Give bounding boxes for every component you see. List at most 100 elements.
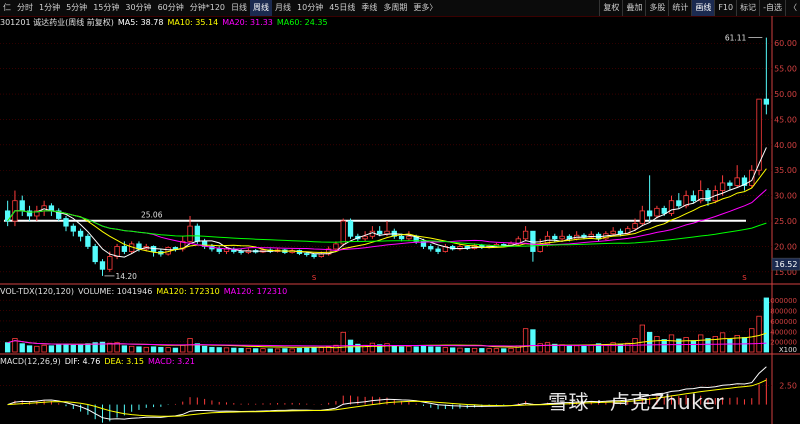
candle-body (676, 200, 682, 207)
candle-body (617, 230, 624, 235)
volume-bar (26, 345, 33, 353)
price-tick-label: 40.00 (774, 141, 797, 150)
volume-bar (625, 342, 631, 353)
volume-bar (522, 328, 529, 353)
volume-bar (253, 348, 259, 353)
volume-bar (282, 348, 288, 353)
volume-bar (318, 347, 325, 353)
volume-bar (48, 345, 55, 353)
volume-bar (668, 334, 675, 353)
candle-body (92, 246, 98, 263)
volume-bar (581, 345, 587, 353)
volume-bar (77, 344, 84, 353)
volume-bar (136, 346, 142, 353)
candle-body (333, 243, 339, 250)
volume-bar (508, 347, 514, 353)
volume-bar (180, 344, 186, 353)
candle-body (114, 246, 120, 258)
volume-bar (705, 338, 711, 353)
volume-bar (245, 347, 252, 353)
volume-bar (435, 346, 441, 353)
volume-bar (158, 346, 164, 353)
volume-bar (304, 347, 310, 353)
volume-bar (698, 334, 704, 353)
volume-bar (70, 344, 76, 353)
volume-bar (639, 324, 645, 353)
candle-body (428, 246, 434, 250)
resistance-label: 25.06 (141, 211, 163, 220)
volume-bar (85, 343, 91, 353)
volume-bar (406, 345, 412, 353)
candle-body (347, 220, 354, 237)
candle-body (340, 220, 346, 245)
candle-body (406, 235, 412, 240)
price-tick-label: 30.00 (774, 192, 797, 201)
volume-bar (493, 348, 500, 353)
candle-body (311, 254, 317, 257)
volume-bar (486, 348, 492, 353)
volume-bar (4, 342, 11, 353)
volume-bar (457, 347, 463, 353)
volume-bar (121, 345, 128, 353)
volume-bar (501, 348, 507, 353)
volume-bar (530, 329, 536, 353)
volume-bar (566, 345, 573, 353)
candle-body (384, 230, 390, 235)
volume-bar (749, 328, 755, 353)
volume-bar (413, 346, 419, 353)
candle-body (63, 218, 69, 227)
candle-body (734, 177, 740, 186)
macd-tick-label: 2.50 (779, 381, 797, 390)
volume-bar (238, 347, 244, 353)
volume-bar (216, 347, 222, 353)
candle-body (661, 207, 667, 214)
price-tick-label: 45.00 (774, 115, 797, 124)
price-tick-label: 20.00 (774, 242, 797, 251)
volume-bar (274, 348, 281, 353)
volume-bar (289, 348, 295, 353)
volume-bar (661, 339, 667, 353)
candle-body (107, 256, 113, 270)
volume-bar (63, 343, 69, 353)
candle-body (654, 207, 660, 217)
volume-bar (690, 340, 697, 353)
candle-body (668, 200, 675, 214)
price-tick-label: 55.00 (774, 65, 797, 74)
candle-body (639, 210, 645, 224)
volume-bar (296, 347, 303, 353)
volume-bar (574, 345, 580, 353)
candle-body (194, 225, 200, 242)
volume-bar (209, 346, 215, 353)
candle-body (435, 248, 441, 252)
volume-bar (428, 346, 434, 353)
candle-body (719, 182, 726, 191)
volume-bar (756, 315, 762, 353)
signal-marker: S (312, 274, 317, 282)
ma10-line (7, 168, 767, 254)
candle-body (19, 200, 25, 212)
volume-bar (311, 347, 317, 353)
candle-body (99, 261, 106, 270)
volume-bar (479, 348, 485, 353)
volume-bar (646, 331, 653, 353)
candle-body (610, 230, 616, 235)
price-tick-label: 35.00 (774, 166, 797, 175)
candle-body (172, 247, 179, 250)
volume-bar (41, 344, 47, 353)
volume-bar (107, 342, 113, 353)
volume-bar (19, 343, 25, 353)
candle-body (763, 98, 770, 105)
volume-bar (763, 297, 770, 353)
volume-bar (719, 332, 726, 353)
volume-bar (537, 343, 543, 353)
price-tick-label: 50.00 (774, 90, 797, 99)
candle-body (362, 235, 368, 240)
volume-tick-label: 600000 (770, 318, 797, 326)
volume-bar (267, 348, 273, 353)
price-tick-label: 25.00 (774, 217, 797, 226)
kline-chart[interactable]: 15.0020.0025.0030.0035.0040.0045.0050.00… (0, 0, 800, 424)
volume-bar (201, 345, 208, 353)
volume-bar (260, 348, 266, 353)
candle-body (690, 195, 697, 202)
volume-bar (143, 346, 149, 353)
